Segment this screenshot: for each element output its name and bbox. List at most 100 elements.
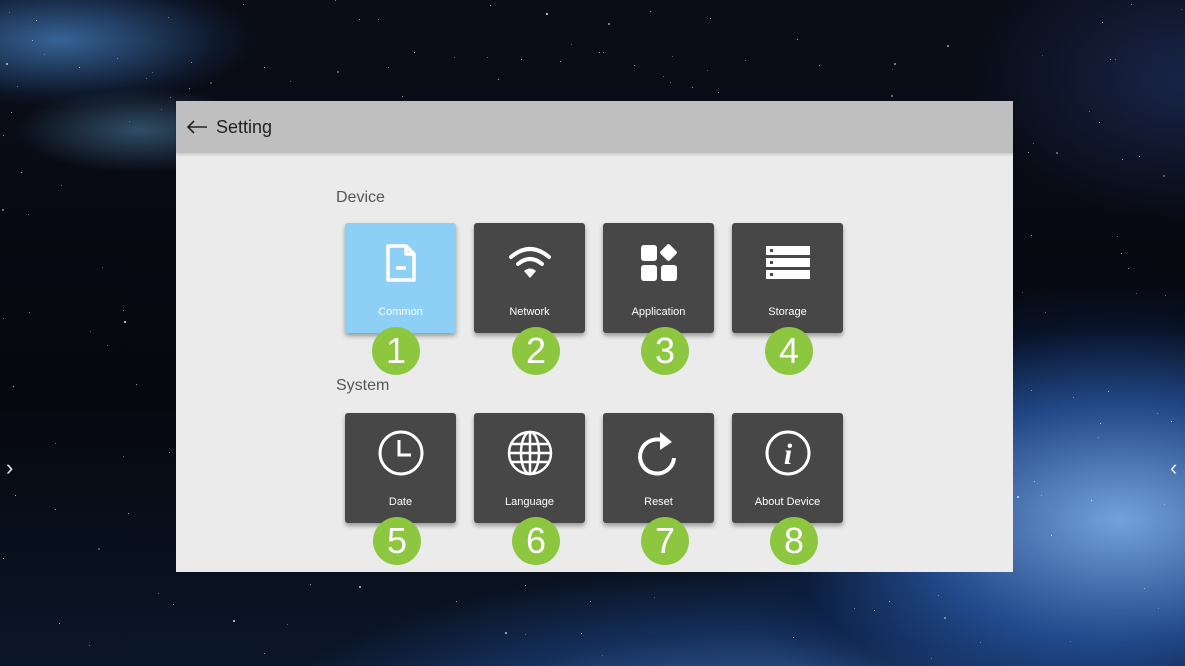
star	[889, 601, 890, 602]
tile-label: Common	[378, 306, 423, 318]
star	[15, 495, 16, 496]
star	[1131, 4, 1132, 5]
section-label-system: System	[336, 377, 390, 394]
star	[1033, 143, 1034, 144]
title-bar: Setting	[176, 101, 1013, 153]
star	[581, 633, 582, 634]
star	[1042, 55, 1043, 56]
star	[55, 509, 56, 510]
star	[359, 586, 361, 588]
reset-icon	[603, 413, 714, 493]
star	[654, 597, 655, 598]
star	[521, 59, 522, 60]
star	[36, 20, 37, 21]
star	[1045, 312, 1046, 313]
star	[793, 637, 794, 638]
star	[797, 39, 798, 40]
star	[525, 585, 526, 586]
star	[692, 87, 693, 88]
star	[672, 56, 673, 57]
star	[1163, 175, 1165, 177]
star	[136, 384, 137, 385]
star	[158, 593, 159, 594]
tile-storage[interactable]: Storage	[732, 223, 843, 333]
star	[3, 318, 4, 319]
star	[1089, 111, 1090, 112]
star	[1100, 423, 1101, 424]
star	[123, 310, 124, 311]
star	[129, 121, 130, 122]
star	[107, 345, 108, 346]
star	[233, 620, 235, 622]
left-edge-arrow-icon[interactable]: ›	[6, 457, 13, 479]
star	[189, 88, 190, 89]
star	[117, 58, 118, 59]
star	[359, 19, 360, 20]
star	[560, 61, 561, 62]
star	[414, 52, 415, 53]
star	[1128, 268, 1129, 269]
star	[1102, 22, 1103, 23]
star	[210, 82, 212, 84]
callout-badge: 3	[641, 327, 689, 375]
star	[1031, 390, 1032, 391]
star	[1041, 495, 1042, 496]
star	[1157, 413, 1158, 414]
document-icon	[345, 223, 456, 303]
star	[1110, 59, 1111, 60]
star	[1122, 159, 1123, 160]
star	[663, 76, 664, 77]
star	[32, 40, 33, 41]
tile-language[interactable]: Language	[474, 413, 585, 523]
star	[650, 11, 651, 12]
star	[590, 601, 591, 602]
star	[1056, 152, 1058, 154]
tile-label: About Device	[754, 496, 821, 508]
star	[161, 109, 162, 110]
section-label-device: Device	[336, 189, 385, 206]
star	[1034, 481, 1035, 482]
star	[3, 135, 4, 136]
tile-network[interactable]: Network	[474, 223, 585, 333]
star	[146, 78, 147, 79]
star	[191, 62, 192, 63]
callout-badge: 4	[765, 327, 813, 375]
star	[124, 321, 126, 323]
star	[6, 63, 8, 65]
callout-badge: 6	[512, 517, 560, 565]
star	[1099, 122, 1100, 123]
star	[102, 267, 103, 268]
star	[28, 214, 29, 215]
star	[243, 4, 244, 5]
star	[170, 97, 171, 98]
star	[546, 13, 548, 15]
star	[79, 67, 80, 68]
star	[264, 653, 265, 654]
tile-about-device[interactable]: i About Device	[732, 413, 843, 523]
tile-application[interactable]: Application	[603, 223, 714, 333]
star	[98, 548, 100, 550]
apps-grid-icon	[603, 223, 714, 303]
tile-reset[interactable]: Reset	[603, 413, 714, 523]
back-arrow-icon[interactable]	[186, 117, 210, 137]
star	[61, 185, 62, 186]
tile-common[interactable]: Common	[345, 223, 456, 333]
star	[1181, 9, 1182, 10]
globe-icon	[474, 413, 585, 493]
star	[44, 54, 45, 55]
right-edge-arrow-icon[interactable]: ‹	[1170, 457, 1177, 479]
star	[21, 172, 22, 173]
tile-date[interactable]: Date	[345, 413, 456, 523]
star	[1098, 437, 1099, 438]
star	[456, 601, 457, 602]
star	[17, 86, 18, 87]
star	[819, 65, 820, 66]
star	[1144, 588, 1145, 589]
star	[571, 44, 572, 45]
star	[599, 52, 600, 53]
star	[123, 456, 124, 457]
star	[1022, 292, 1023, 293]
star	[1165, 295, 1166, 296]
star	[498, 79, 499, 80]
star	[11, 112, 12, 113]
